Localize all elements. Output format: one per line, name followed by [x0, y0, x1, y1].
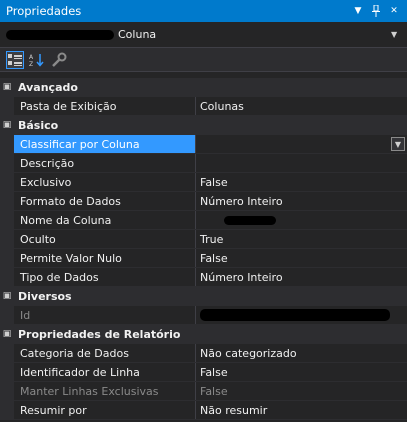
row-gutter — [0, 344, 14, 362]
collapse-icon[interactable]: ▣ — [0, 329, 14, 339]
property-row[interactable]: Resumir por Não resumir — [0, 401, 407, 420]
property-row[interactable]: Manter Linhas Exclusivas False — [0, 382, 407, 401]
property-row[interactable]: Pasta de Exibição Colunas — [0, 97, 407, 116]
property-row[interactable]: Categoria de Dados Não categorizado — [0, 344, 407, 363]
property-name: Oculto — [14, 230, 196, 248]
category-avancado[interactable]: ▣ Avançado — [0, 78, 407, 97]
window-title: Propriedades — [6, 4, 82, 18]
collapse-icon[interactable]: ▣ — [0, 291, 14, 301]
property-value[interactable]: False — [196, 173, 407, 191]
redacted-object-name — [6, 29, 114, 40]
property-pages-icon[interactable] — [50, 51, 68, 69]
redacted-value — [224, 215, 276, 225]
row-gutter — [0, 135, 14, 153]
row-gutter — [0, 268, 14, 286]
property-name: Identificador de Linha — [14, 363, 196, 381]
property-value-redacted[interactable] — [196, 211, 407, 229]
object-type-label: Coluna — [118, 28, 157, 41]
row-gutter — [0, 401, 14, 419]
property-row-selected[interactable]: Classificar por Coluna ▼ — [0, 135, 407, 154]
svg-text:Z: Z — [29, 61, 33, 67]
property-name: Pasta de Exibição — [14, 97, 196, 115]
property-name: Resumir por — [14, 401, 196, 419]
property-row[interactable]: Formato de Dados Número Inteiro — [0, 192, 407, 211]
row-gutter — [0, 306, 14, 324]
row-gutter — [0, 97, 14, 115]
property-row[interactable]: Descrição — [0, 154, 407, 173]
pin-icon[interactable] — [369, 4, 383, 18]
property-value[interactable]: Número Inteiro — [196, 192, 407, 210]
property-name: Descrição — [14, 154, 196, 172]
property-value[interactable]: False — [196, 382, 407, 400]
property-row[interactable]: Exclusivo False — [0, 173, 407, 192]
row-gutter — [0, 211, 14, 229]
categorized-view-icon[interactable] — [6, 50, 24, 69]
title-bar: Propriedades ▼ ✕ — [0, 0, 407, 22]
property-value-redacted[interactable] — [196, 306, 407, 324]
svg-text:A: A — [29, 54, 34, 61]
property-value[interactable] — [196, 154, 407, 172]
properties-toolbar: A Z — [0, 48, 407, 72]
row-gutter — [0, 249, 14, 267]
category-label: Básico — [18, 118, 59, 132]
collapse-icon[interactable]: ▣ — [0, 82, 14, 92]
category-label: Diversos — [18, 289, 72, 303]
chevron-down-icon[interactable]: ▼ — [391, 30, 401, 39]
property-name: Tipo de Dados — [14, 268, 196, 286]
property-row[interactable]: Nome da Coluna — [0, 211, 407, 230]
property-name: Exclusivo — [14, 173, 196, 191]
close-icon[interactable]: ✕ — [387, 4, 401, 18]
property-value[interactable]: False — [196, 249, 407, 267]
category-basico[interactable]: ▣ Básico — [0, 116, 407, 135]
row-gutter — [0, 230, 14, 248]
property-name: Classificar por Coluna — [14, 135, 196, 153]
property-value[interactable]: Não categorizado — [196, 344, 407, 362]
property-value[interactable]: Número Inteiro — [196, 268, 407, 286]
category-label: Avançado — [18, 80, 78, 94]
property-value[interactable]: False — [196, 363, 407, 381]
row-gutter — [0, 363, 14, 381]
alphabetical-sort-icon[interactable]: A Z — [28, 51, 46, 69]
property-name: Permite Valor Nulo — [14, 249, 196, 267]
property-value-dropdown[interactable]: ▼ — [196, 135, 407, 153]
property-row[interactable]: Permite Valor Nulo False — [0, 249, 407, 268]
row-gutter — [0, 173, 14, 191]
row-gutter — [0, 154, 14, 172]
category-label: Propriedades de Relatório — [18, 327, 181, 341]
redacted-value — [200, 309, 390, 321]
property-row[interactable]: Oculto True — [0, 230, 407, 249]
chevron-down-icon[interactable]: ▼ — [351, 4, 365, 18]
property-row[interactable]: Id — [0, 306, 407, 325]
row-gutter — [0, 382, 14, 400]
property-name: Nome da Coluna — [14, 211, 196, 229]
row-gutter — [0, 192, 14, 210]
collapse-icon[interactable]: ▣ — [0, 120, 14, 130]
property-grid: ▣ Avançado Pasta de Exibição Colunas ▣ B… — [0, 78, 407, 420]
property-name: Formato de Dados — [14, 192, 196, 210]
properties-panel: Propriedades ▼ ✕ Coluna ▼ A Z ▣ Avançado… — [0, 0, 407, 422]
property-row[interactable]: Identificador de Linha False — [0, 363, 407, 382]
property-name: Manter Linhas Exclusivas — [14, 382, 196, 400]
property-value[interactable]: True — [196, 230, 407, 248]
property-name: Categoria de Dados — [14, 344, 196, 362]
category-diversos[interactable]: ▣ Diversos — [0, 287, 407, 306]
property-value[interactable]: Colunas — [196, 97, 407, 115]
property-value[interactable]: Não resumir — [196, 401, 407, 419]
property-name: Id — [14, 306, 196, 324]
property-row[interactable]: Tipo de Dados Número Inteiro — [0, 268, 407, 287]
object-selector[interactable]: Coluna ▼ — [0, 22, 407, 48]
chevron-down-icon[interactable]: ▼ — [391, 137, 405, 151]
category-relatorio[interactable]: ▣ Propriedades de Relatório — [0, 325, 407, 344]
